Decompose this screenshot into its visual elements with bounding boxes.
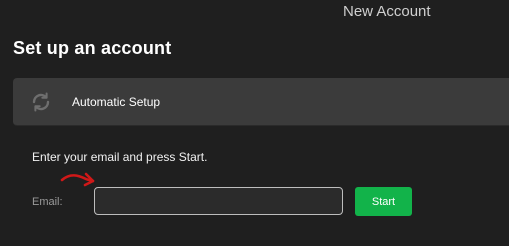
email-field[interactable] <box>94 187 343 215</box>
window-title: New Account <box>343 3 431 20</box>
instruction-text: Enter your email and press Start. <box>32 150 208 164</box>
red-arrow-icon <box>60 172 95 187</box>
page-title: Set up an account <box>13 38 172 58</box>
automatic-setup-label: Automatic Setup <box>72 95 161 109</box>
automatic-setup-option[interactable]: Automatic Setup <box>13 78 509 126</box>
start-button[interactable]: Start <box>355 187 412 216</box>
email-label: Email: <box>32 196 63 208</box>
sync-icon <box>32 92 50 112</box>
